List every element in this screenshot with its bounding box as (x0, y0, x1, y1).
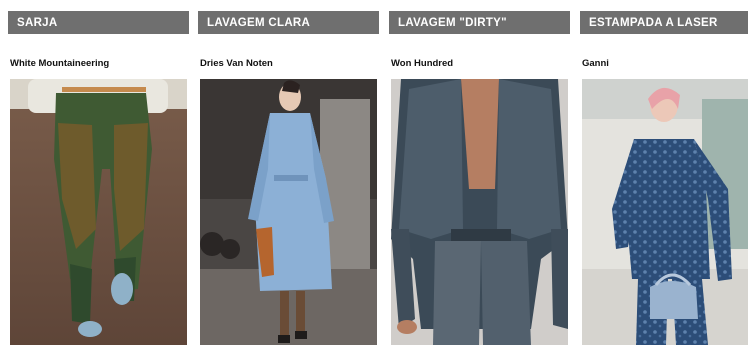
runway-photo-olive-trousers (10, 79, 187, 345)
category-header: LAVAGEM "DIRTY" (389, 11, 570, 34)
trend-grid: SARJA White Mountaineering LAVAGEM CLARA… (0, 0, 748, 345)
brand-label: Won Hundred (391, 58, 454, 69)
runway-photo[interactable] (582, 79, 748, 345)
runway-photo-dirty-denim (391, 79, 568, 345)
category-header: SARJA (8, 11, 189, 34)
runway-photo[interactable] (200, 79, 377, 345)
brand-label: White Mountaineering (10, 58, 110, 69)
category-header: ESTAMPADA A LASER (580, 11, 748, 34)
trend-card-lavagem-clara[interactable]: LAVAGEM CLARA Dries Van Noten (198, 11, 379, 345)
category-header: LAVAGEM CLARA (198, 11, 379, 34)
runway-photo[interactable] (391, 79, 568, 345)
trend-card-estampada-laser[interactable]: ESTAMPADA A LASER Ganni (580, 11, 748, 345)
trend-card-lavagem-dirty[interactable]: LAVAGEM "DIRTY" Won Hundred (389, 11, 570, 345)
runway-photo-denim-trench (200, 79, 377, 345)
brand-label: Dries Van Noten (200, 58, 273, 69)
runway-photo-laser-denim (582, 79, 748, 345)
brand-label: Ganni (582, 58, 609, 69)
trend-card-sarja[interactable]: SARJA White Mountaineering (8, 11, 189, 345)
runway-photo[interactable] (10, 79, 187, 345)
